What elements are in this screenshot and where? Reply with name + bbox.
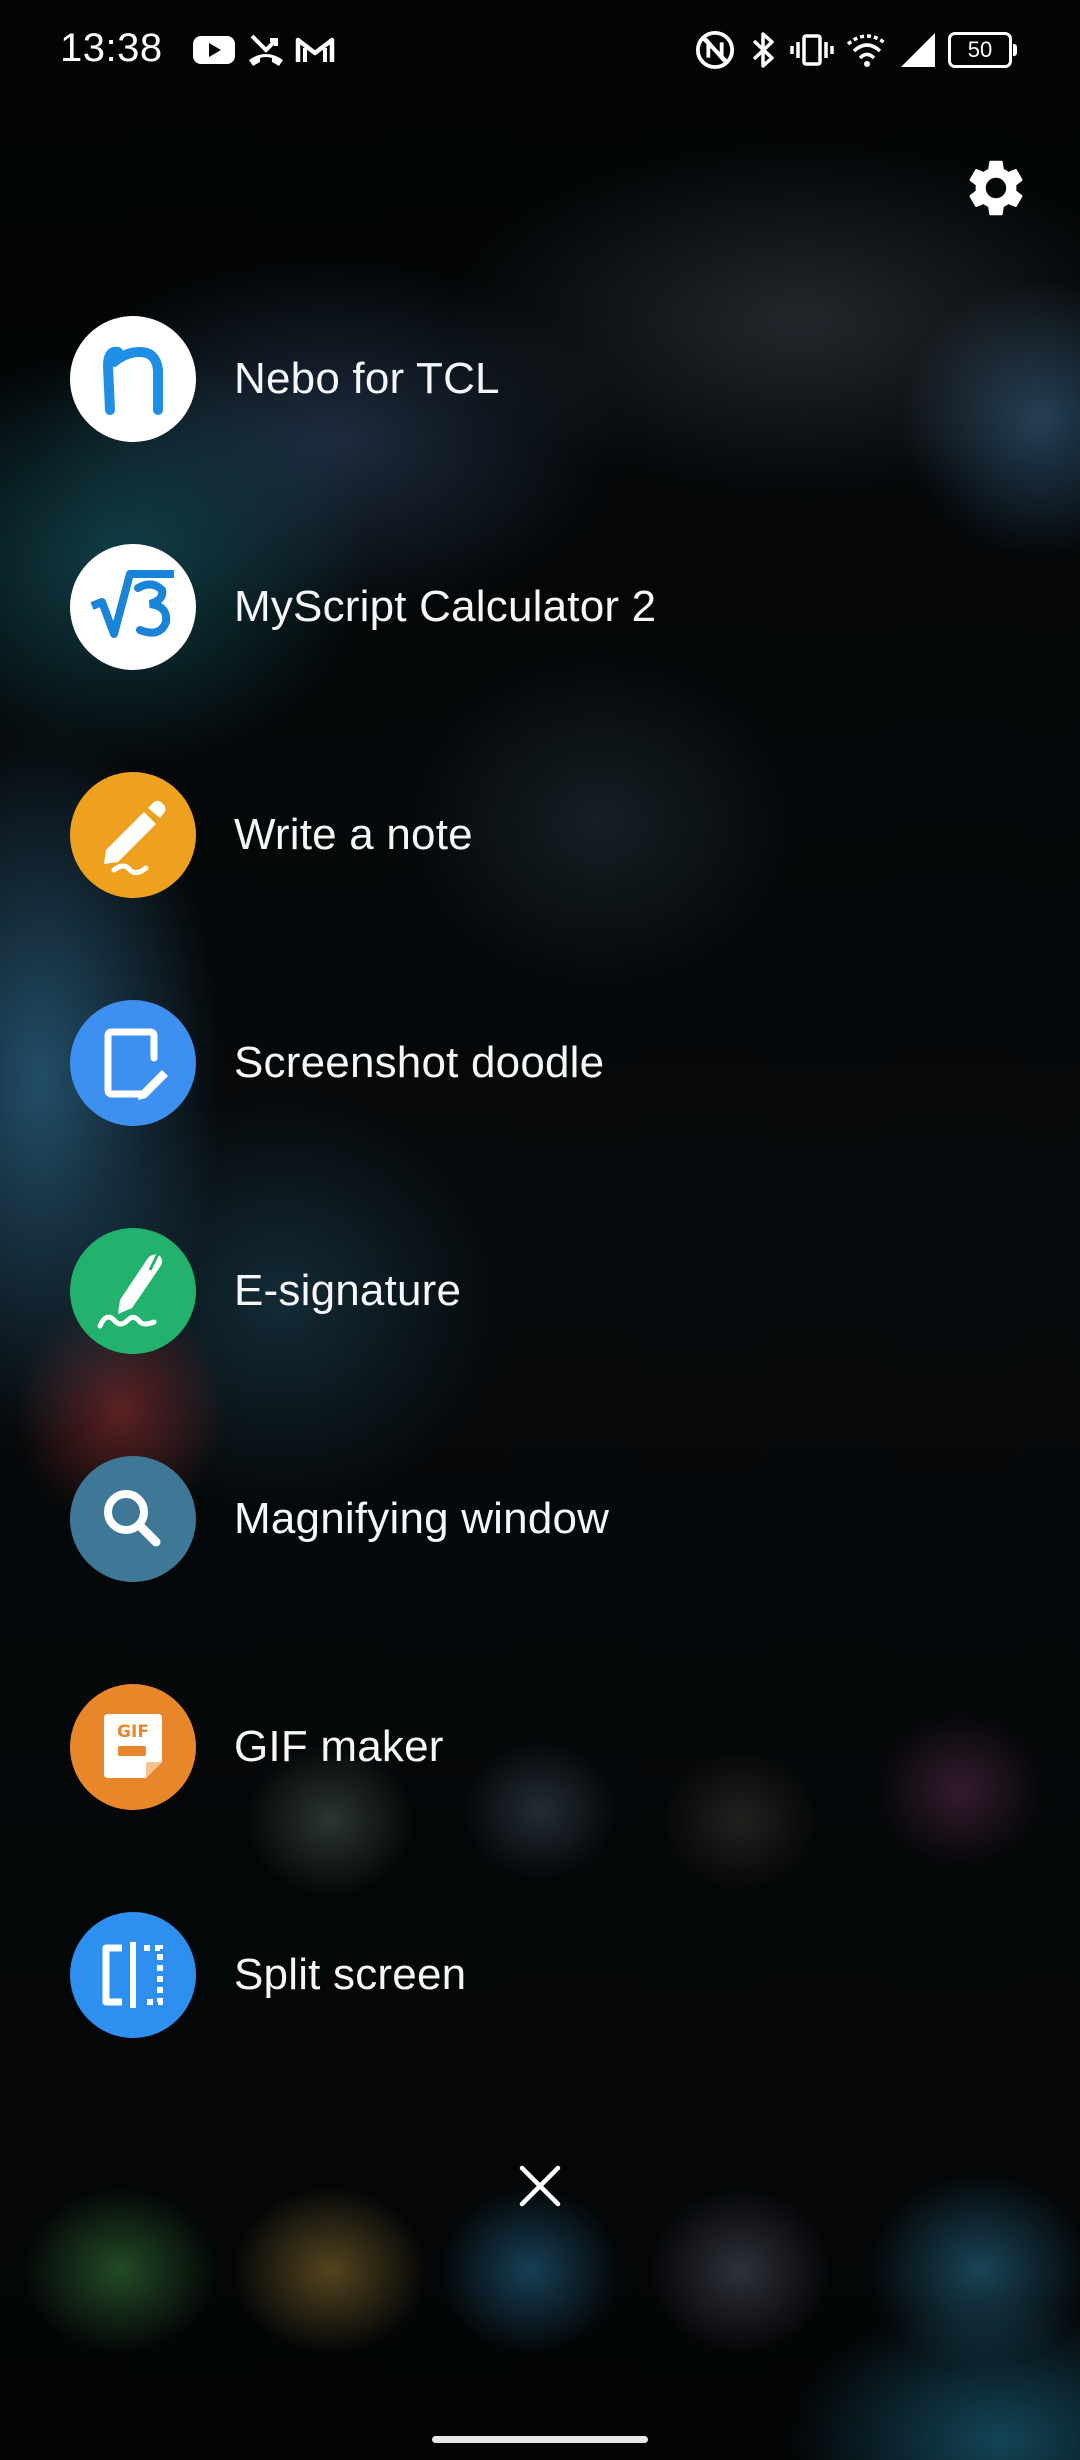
gear-icon <box>969 160 1023 216</box>
nebo-icon <box>70 316 196 442</box>
myscript-calculator-icon <box>70 544 196 670</box>
gmail-icon <box>295 37 335 62</box>
battery-level: 50 <box>967 37 993 62</box>
magnifier-icon <box>70 1456 196 1582</box>
tool-label-nebo: Nebo for TCL <box>234 354 500 403</box>
bluetooth-icon <box>752 32 774 68</box>
tool-item-e-signature[interactable]: E-signature <box>70 1226 970 1356</box>
tool-label-screenshot-doodle: Screenshot doodle <box>234 1038 605 1087</box>
status-time: 13:38 <box>60 26 163 70</box>
split-screen-icon <box>70 1912 196 2038</box>
tool-item-screenshot-doodle[interactable]: Screenshot doodle <box>70 998 970 1128</box>
e-signature-icon <box>70 1228 196 1354</box>
tool-item-write-a-note[interactable]: Write a note <box>70 770 970 900</box>
write-note-icon <box>70 772 196 898</box>
tool-label-e-signature: E-signature <box>234 1266 462 1315</box>
screenshot-doodle-icon <box>70 1000 196 1126</box>
tool-label-magnifying-window: Magnifying window <box>234 1494 610 1543</box>
vibrate-icon <box>790 34 834 66</box>
gif-icon-text: GIF <box>117 1722 149 1742</box>
gif-maker-icon: GIF <box>70 1684 196 1810</box>
battery-icon: 50 <box>948 32 1017 68</box>
tool-item-split-screen[interactable]: Split screen <box>70 1910 970 2040</box>
wifi-icon <box>846 34 888 67</box>
tool-label-myscript-calculator: MyScript Calculator 2 <box>234 582 657 631</box>
tool-label-split-screen: Split screen <box>234 1950 467 1999</box>
status-bar: 13:38 50 <box>0 0 1080 100</box>
youtube-icon <box>193 36 235 64</box>
settings-button[interactable] <box>962 154 1030 222</box>
tool-label-write-a-note: Write a note <box>234 810 473 859</box>
home-indicator[interactable] <box>432 2436 648 2443</box>
close-icon <box>519 2165 561 2207</box>
tool-item-gif-maker[interactable]: GIF GIF maker <box>70 1682 970 1812</box>
tool-label-gif-maker: GIF maker <box>234 1722 444 1771</box>
missed-call-icon <box>249 34 283 66</box>
cellular-signal-icon <box>901 33 935 67</box>
nfc-icon <box>695 30 735 70</box>
tool-item-myscript-calculator[interactable]: MyScript Calculator 2 <box>70 542 970 672</box>
tool-item-magnifying-window[interactable]: Magnifying window <box>70 1454 970 1584</box>
close-button[interactable] <box>510 2156 570 2216</box>
tool-item-nebo[interactable]: Nebo for TCL <box>70 314 970 444</box>
